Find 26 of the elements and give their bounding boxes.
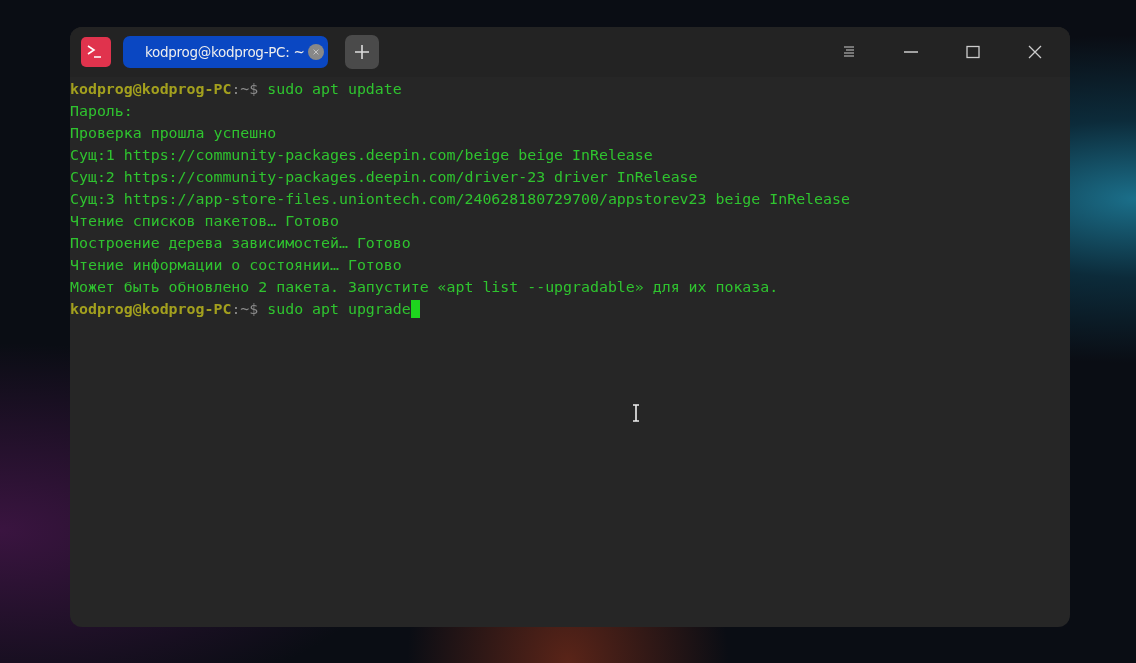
output-line: Сущ:3 https://app-store-files.uniontech.com/240628180729700/appstorev23 beige InRelease — [70, 190, 850, 208]
plus-icon — [354, 44, 371, 60]
output-line: Может быть обновлено 2 пакета. Запустите «apt list --upgradable» для их показа. — [70, 278, 779, 296]
terminal-app-icon[interactable] — [81, 37, 111, 67]
maximize-icon — [965, 44, 981, 60]
prompt-user: kodprog@kodprog-PC — [70, 300, 232, 318]
command-text: sudo apt update — [266, 80, 402, 98]
prompt-user: kodprog@kodprog-PC — [70, 80, 232, 98]
menu-icon — [841, 44, 857, 60]
tab-close-button[interactable] — [308, 44, 325, 60]
output-line: Чтение информации о состоянии… Готово — [70, 256, 402, 274]
prompt-path: :~$ — [231, 80, 259, 98]
output-line: Чтение списков пакетов… Готово — [70, 212, 339, 230]
output-line: Сущ:2 https://community-packages.deepin.com/driver-23 driver InRelease — [70, 168, 698, 186]
prompt-path: :~$ — [231, 300, 259, 318]
text-cursor-icon — [632, 404, 640, 422]
new-tab-button[interactable] — [345, 35, 380, 69]
output-line: Пароль: — [70, 102, 133, 120]
command-text: sudo apt upgrade — [266, 300, 411, 318]
close-icon — [1027, 44, 1043, 60]
output-line: Сущ:1 https://community-packages.deepin.com/beige beige InRelease — [70, 146, 653, 164]
terminal-tab[interactable]: kodprog@kodprog-PC: ~ — [123, 36, 329, 68]
output-line: Построение дерева зависимостей… Готово — [70, 234, 411, 252]
minimize-icon — [903, 51, 919, 53]
output-line: Проверка прошла успешно — [70, 124, 277, 142]
close-icon — [313, 49, 320, 55]
